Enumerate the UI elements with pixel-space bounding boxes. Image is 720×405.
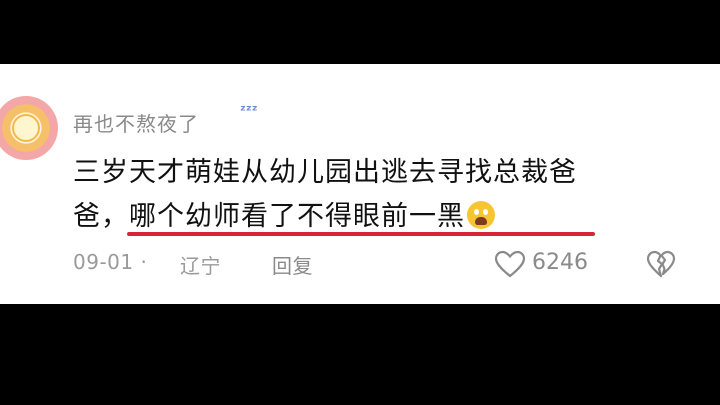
comment-text-line-1: 三岁天才萌娃从幼儿园出逃去寻找总裁爸 bbox=[73, 157, 577, 188]
reply-button[interactable]: 回复 bbox=[272, 250, 313, 279]
red-underline-annotation bbox=[127, 232, 595, 236]
scared-face-emoji-icon bbox=[467, 201, 495, 229]
comment-text-prefix: 爸， bbox=[73, 201, 129, 232]
comment-text-highlight: 哪个幼师看了不得眼前一黑 bbox=[129, 201, 465, 232]
comment-date: 09-01 · bbox=[73, 250, 148, 274]
comment-text-line-2: 爸，哪个幼师看了不得眼前一黑 bbox=[73, 194, 495, 233]
dislike-broken-heart-icon[interactable] bbox=[646, 250, 676, 278]
avatar[interactable] bbox=[0, 96, 58, 160]
comment-location: 辽宁 bbox=[180, 254, 221, 278]
heart-icon[interactable] bbox=[494, 250, 526, 278]
zzz-icon: ᶻᶻᶻ bbox=[240, 103, 258, 119]
avatar-badge bbox=[12, 114, 40, 142]
username[interactable]: 再也不熬夜了 bbox=[73, 108, 199, 137]
like-count: 6246 bbox=[532, 250, 588, 275]
